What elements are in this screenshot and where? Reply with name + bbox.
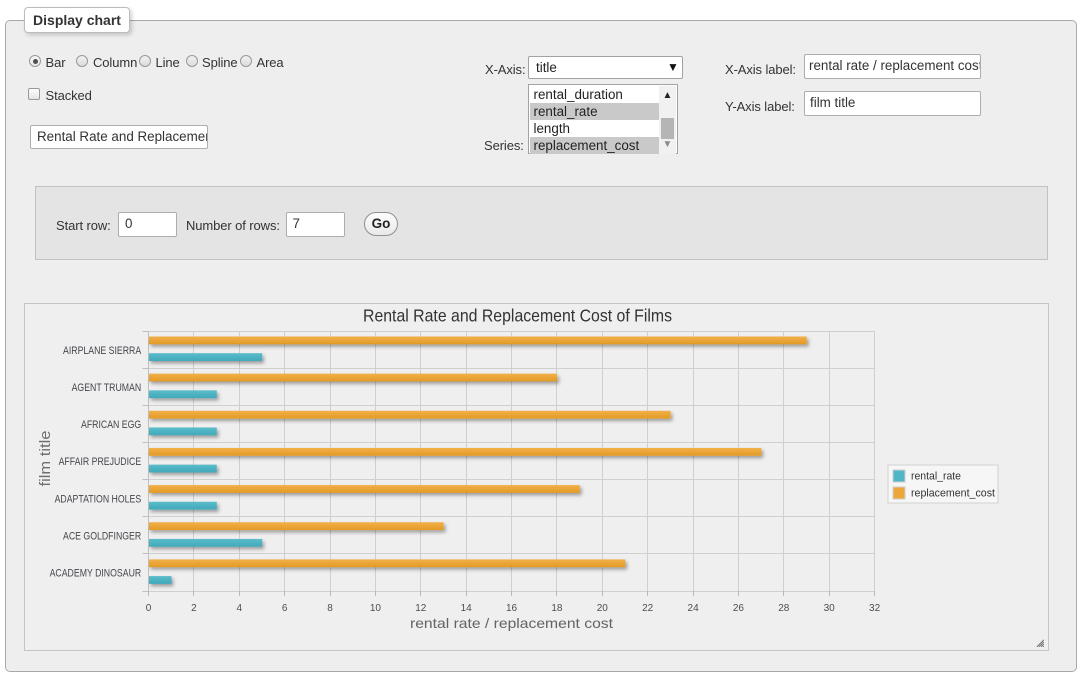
svg-text:AFFAIR PREJUDICE: AFFAIR PREJUDICE <box>59 456 142 468</box>
svg-text:32: 32 <box>869 603 881 614</box>
svg-text:10: 10 <box>370 603 382 614</box>
svg-text:6: 6 <box>282 603 288 614</box>
svg-text:AIRPLANE SIERRA: AIRPLANE SIERRA <box>63 345 142 357</box>
svg-text:20: 20 <box>597 603 609 614</box>
svg-text:AFRICAN EGG: AFRICAN EGG <box>81 419 141 431</box>
svg-text:rental_rate: rental_rate <box>911 471 961 483</box>
svg-text:Rental Rate and Replacement Co: Rental Rate and Replacement Cost of Film… <box>363 306 672 326</box>
svg-text:4: 4 <box>237 603 243 614</box>
svg-text:ADAPTATION HOLES: ADAPTATION HOLES <box>55 493 142 505</box>
svg-text:24: 24 <box>688 603 700 614</box>
svg-text:8: 8 <box>327 603 333 614</box>
svg-text:0: 0 <box>146 603 152 614</box>
svg-text:film title: film title <box>37 431 54 487</box>
svg-text:28: 28 <box>778 603 790 614</box>
svg-text:replacement_cost: replacement_cost <box>911 488 995 500</box>
svg-text:18: 18 <box>551 603 563 614</box>
svg-text:22: 22 <box>642 603 654 614</box>
svg-text:12: 12 <box>415 603 427 614</box>
svg-text:ACADEMY DINOSAUR: ACADEMY DINOSAUR <box>50 568 142 580</box>
svg-text:16: 16 <box>506 603 518 614</box>
svg-text:30: 30 <box>824 603 836 614</box>
svg-text:AGENT TRUMAN: AGENT TRUMAN <box>72 382 142 394</box>
svg-text:rental rate / replacement cost: rental rate / replacement cost <box>410 615 613 631</box>
svg-text:14: 14 <box>461 603 473 614</box>
svg-text:ACE GOLDFINGER: ACE GOLDFINGER <box>63 531 141 543</box>
svg-text:2: 2 <box>191 603 197 614</box>
svg-text:26: 26 <box>733 603 745 614</box>
